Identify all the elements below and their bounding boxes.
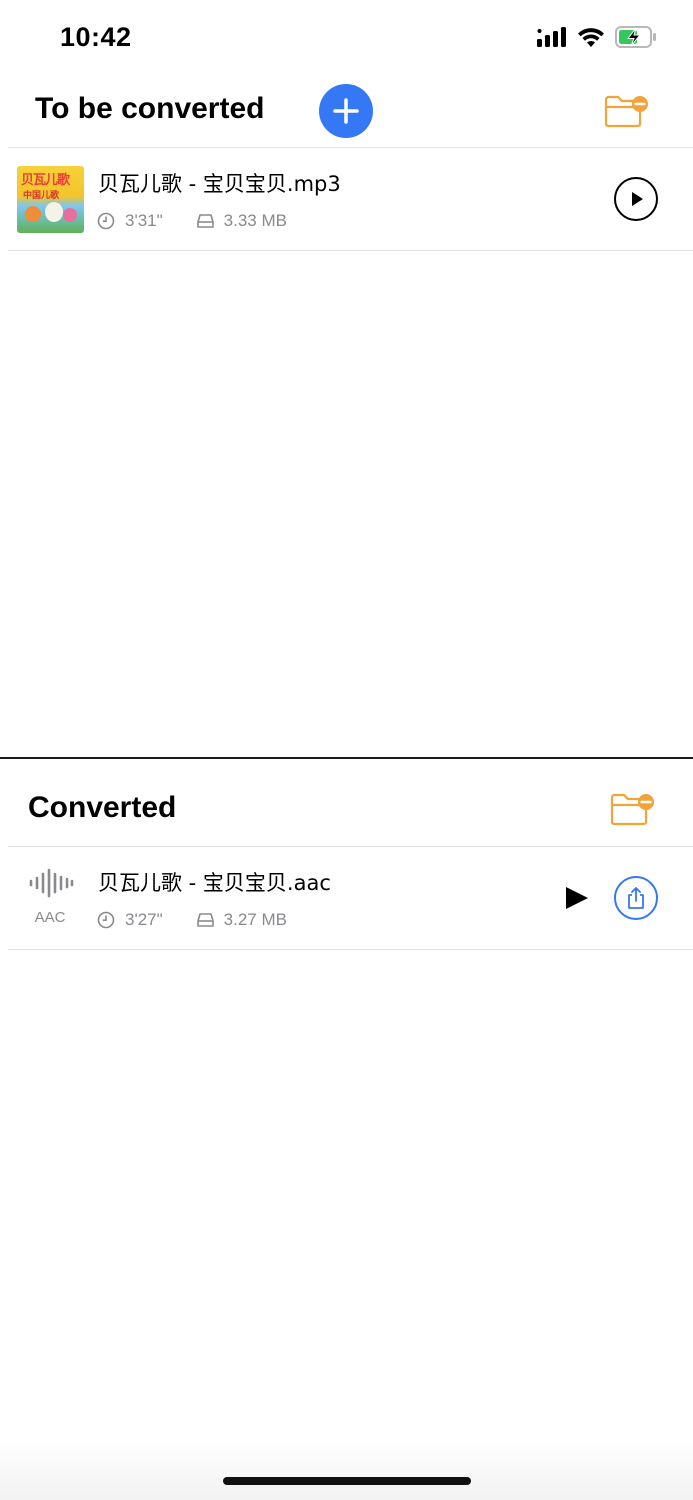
converted-title: Converted bbox=[28, 791, 177, 824]
folder-minus-icon bbox=[610, 793, 654, 826]
file-meta: 3'27" 3.27 MB bbox=[97, 910, 287, 930]
file-name: 贝瓦儿歌 - 宝贝宝贝.mp3 bbox=[98, 172, 341, 196]
clear-to-convert-button[interactable] bbox=[604, 94, 650, 133]
play-source-button[interactable] bbox=[614, 177, 658, 221]
play-icon bbox=[632, 192, 643, 206]
plus-icon bbox=[333, 98, 359, 124]
clock-icon bbox=[97, 911, 115, 929]
status-icons bbox=[537, 26, 657, 48]
format-badge: AAC bbox=[28, 868, 74, 926]
divider bbox=[8, 250, 693, 251]
divider bbox=[8, 949, 693, 950]
section-split bbox=[0, 757, 693, 759]
waveform-icon bbox=[29, 868, 74, 898]
album-thumbnail: 贝瓦儿歌 中国儿歌 bbox=[17, 166, 84, 233]
file-name: 贝瓦儿歌 - 宝贝宝贝.aac bbox=[98, 871, 331, 895]
share-icon bbox=[628, 887, 644, 909]
drive-icon bbox=[196, 214, 214, 228]
file-size: 3.27 MB bbox=[223, 910, 287, 929]
clear-converted-button[interactable] bbox=[610, 792, 656, 831]
to-convert-title: To be converted bbox=[35, 92, 265, 125]
folder-minus-icon bbox=[604, 95, 648, 128]
thumb-subtitle: 中国儿歌 bbox=[23, 191, 60, 201]
play-converted-button[interactable] bbox=[562, 884, 590, 912]
file-size: 3.33 MB bbox=[223, 211, 287, 230]
thumb-brand: 贝瓦儿歌 bbox=[21, 173, 70, 188]
add-file-button[interactable] bbox=[319, 84, 373, 138]
share-button[interactable] bbox=[614, 876, 658, 920]
clock-icon bbox=[97, 212, 115, 230]
status-time: 10:42 bbox=[60, 22, 132, 52]
file-meta: 3'31" 3.33 MB bbox=[97, 211, 287, 231]
divider bbox=[8, 147, 693, 148]
battery-charging-icon bbox=[615, 26, 656, 48]
file-duration: 3'31" bbox=[125, 211, 163, 230]
drive-icon bbox=[196, 913, 214, 927]
signal-icon bbox=[537, 27, 566, 47]
play-icon bbox=[566, 887, 588, 909]
divider bbox=[8, 846, 693, 847]
bottom-shade bbox=[0, 1440, 693, 1500]
file-duration: 3'27" bbox=[125, 910, 163, 929]
format-label: AAC bbox=[34, 909, 66, 926]
home-indicator[interactable] bbox=[223, 1477, 471, 1485]
wifi-icon bbox=[578, 27, 604, 47]
